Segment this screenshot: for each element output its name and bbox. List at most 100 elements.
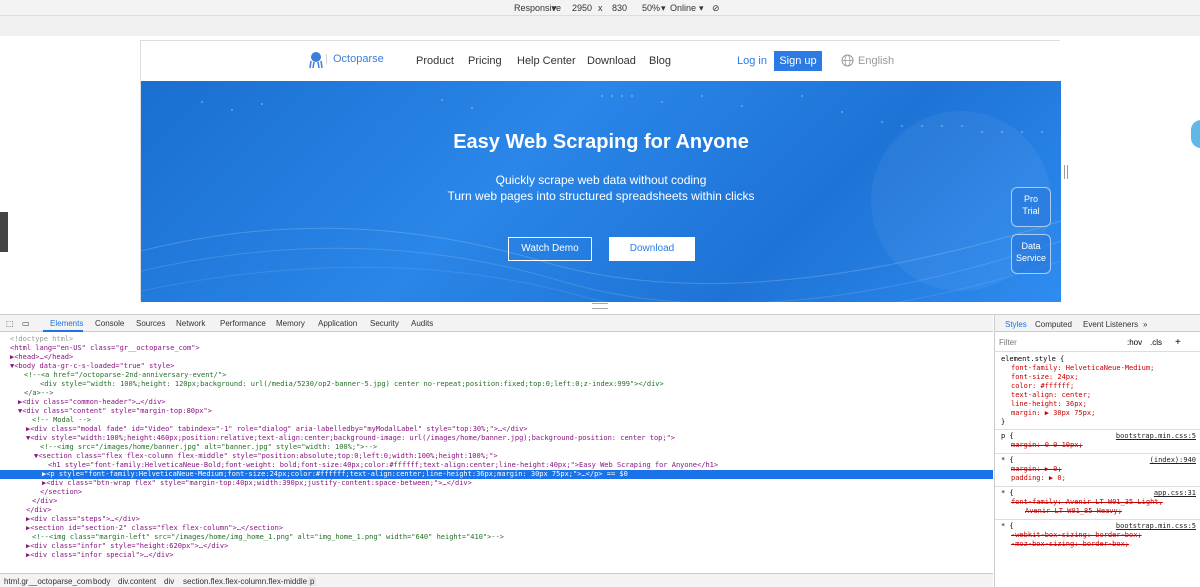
new-rule-button[interactable]: + bbox=[1175, 337, 1181, 348]
crumb-div-content[interactable]: div.content bbox=[118, 577, 156, 586]
tab-network[interactable]: Network bbox=[176, 319, 205, 328]
hov-toggle[interactable]: :hov bbox=[1127, 338, 1142, 347]
tab-application[interactable]: Application bbox=[318, 319, 357, 328]
login-link[interactable]: Log in bbox=[737, 55, 767, 67]
nav-download[interactable]: Download bbox=[587, 55, 636, 67]
pro-trial-tab[interactable]: Pro Trial bbox=[1011, 187, 1051, 227]
rule-selector: * { bbox=[1001, 489, 1014, 497]
dom-line-selected[interactable]: ▶<p style="font-family:HelveticaNeue-Med… bbox=[0, 470, 993, 479]
data-service-tab[interactable]: Data Service bbox=[1011, 234, 1051, 274]
signup-button[interactable]: Sign up bbox=[774, 51, 822, 71]
dom-line[interactable]: <!--<img src="/images/home/banner.jpg" a… bbox=[40, 443, 377, 452]
dom-line[interactable]: ▶<div class="steps">…</div> bbox=[26, 515, 140, 524]
crumb-html[interactable]: html.gr__octoparse_com bbox=[4, 577, 92, 586]
tab-sources[interactable]: Sources bbox=[136, 319, 165, 328]
octopus-logo-icon bbox=[309, 52, 323, 69]
side-widget[interactable] bbox=[1191, 120, 1200, 148]
height-input[interactable]: 830 bbox=[612, 3, 627, 13]
hero-banner: Easy Web Scraping for Anyone Quickly scr… bbox=[141, 81, 1061, 302]
download-button[interactable]: Download bbox=[609, 237, 695, 261]
tab-styles[interactable]: Styles bbox=[1005, 320, 1027, 329]
style-property[interactable]: margin: ▶ 30px 75px; bbox=[1011, 409, 1095, 418]
divider bbox=[995, 429, 1200, 430]
cls-toggle[interactable]: .cls bbox=[1150, 338, 1162, 347]
globe-icon bbox=[841, 54, 854, 67]
crumb-p[interactable]: p bbox=[308, 577, 317, 586]
dom-line[interactable]: <!--<img class="margin-left" src="/image… bbox=[32, 533, 504, 542]
crumb-body[interactable]: body bbox=[93, 577, 110, 586]
dom-line[interactable]: <!doctype html> bbox=[10, 335, 73, 344]
dom-line[interactable]: </div> bbox=[26, 506, 51, 515]
zoom-select[interactable]: 50% bbox=[642, 3, 660, 13]
tab-memory[interactable]: Memory bbox=[276, 319, 305, 328]
dom-line[interactable]: </a>--> bbox=[24, 389, 54, 398]
dom-line[interactable]: ▶<div class="common-header">…</div> bbox=[18, 398, 166, 407]
tab-security[interactable]: Security bbox=[370, 319, 399, 328]
crumb-section[interactable]: section.flex.flex-column.flex-middle bbox=[183, 577, 307, 586]
style-property[interactable]: color: #ffffff; bbox=[1011, 382, 1074, 391]
dom-line[interactable]: </div> bbox=[32, 497, 57, 506]
inspect-icon[interactable]: ⬚ bbox=[6, 319, 14, 328]
dom-line[interactable]: ▶<div class="modal fade" id="Video" tabi… bbox=[26, 425, 528, 434]
nav-help-center[interactable]: Help Center bbox=[517, 55, 576, 67]
nav-product[interactable]: Product bbox=[416, 55, 454, 67]
tab-computed[interactable]: Computed bbox=[1035, 320, 1072, 329]
overridden-property[interactable]: margin: ▶ 0; bbox=[1011, 465, 1062, 474]
style-property[interactable]: line-height: 36px; bbox=[1011, 400, 1087, 409]
tab-console[interactable]: Console bbox=[95, 319, 124, 328]
rule-source-link[interactable]: (index):940 bbox=[1150, 456, 1196, 464]
overridden-property[interactable]: margin: 0 0 10px; bbox=[1011, 441, 1083, 450]
dom-line[interactable]: ▼<div style="width:100%;height:460px;pos… bbox=[26, 434, 675, 443]
tab-performance[interactable]: Performance bbox=[220, 319, 266, 328]
crumb-div[interactable]: div bbox=[164, 577, 174, 586]
dom-line[interactable]: <h1 style="font-family:HelveticaNeue-Bol… bbox=[48, 461, 718, 470]
pro-trial-line1: Pro bbox=[1023, 194, 1038, 204]
dom-line[interactable]: ▶<div class="infor" style="height:620px"… bbox=[26, 542, 228, 551]
tab-elements[interactable]: Elements bbox=[50, 319, 83, 328]
dom-line[interactable]: ▶<head>…</head> bbox=[10, 353, 73, 362]
device-toggle-icon[interactable]: ▭ bbox=[22, 319, 30, 328]
overridden-property[interactable]: font-family: Avenir LT W01_35 Light, bbox=[1011, 498, 1163, 507]
divider bbox=[995, 519, 1200, 520]
overridden-property[interactable]: -webkit-box-sizing: border-box; bbox=[1011, 531, 1142, 540]
device-toolbar: Responsive ▾ 2950 x 830 50% ▾ Online ▾ ⊘ bbox=[0, 0, 1200, 16]
overridden-property[interactable]: -moz-box-sizing: border-box; bbox=[1011, 540, 1129, 549]
more-tabs-icon[interactable]: » bbox=[1143, 320, 1147, 329]
rotate-icon[interactable]: ⊘ bbox=[712, 3, 720, 14]
style-property[interactable]: font-size: 24px; bbox=[1011, 373, 1078, 382]
dom-line[interactable]: ▶<section id="section-2" class="flex fle… bbox=[26, 524, 283, 533]
dom-line[interactable]: ▼<section class="flex flex-column flex-m… bbox=[34, 452, 498, 461]
style-property[interactable]: padding: ▶ 0; bbox=[1011, 474, 1066, 483]
width-input[interactable]: 2950 bbox=[572, 3, 592, 13]
rule-source-link[interactable]: bootstrap.min.css:5 bbox=[1116, 522, 1196, 530]
right-resize-handle[interactable] bbox=[1064, 165, 1068, 179]
devtools-panel: ⬚ ▭ Elements Console Sources Network Per… bbox=[0, 314, 1200, 587]
rule-source-link[interactable]: bootstrap.min.css:5 bbox=[1116, 432, 1196, 440]
watch-demo-button[interactable]: Watch Demo bbox=[508, 237, 592, 261]
dom-line[interactable]: </section> bbox=[40, 488, 82, 497]
dom-line[interactable]: ▼<body data-gr-c-s-loaded="true" style> bbox=[10, 362, 174, 371]
tab-event-listeners[interactable]: Event Listeners bbox=[1083, 320, 1138, 329]
dom-line[interactable]: ▶<div class="infor special">…</div> bbox=[26, 551, 174, 560]
pro-trial-line2: Trial bbox=[1022, 206, 1040, 216]
dom-line[interactable]: <html lang="en-US" class="gr__octoparse_… bbox=[10, 344, 200, 353]
language-select[interactable]: English bbox=[858, 55, 894, 67]
left-resize-handle[interactable] bbox=[0, 212, 8, 252]
styles-sidebar: Styles Computed Event Listeners » :hov .… bbox=[994, 315, 1200, 587]
tab-audits[interactable]: Audits bbox=[411, 319, 433, 328]
dom-line[interactable]: <!--<a href="/octoparse-2nd-anniversary-… bbox=[24, 371, 226, 380]
rule-source-link[interactable]: app.css:31 bbox=[1154, 489, 1196, 497]
style-property[interactable]: font-family: HelveticaNeue-Medium; bbox=[1011, 364, 1154, 373]
dom-line[interactable]: ▶<div class="btn-wrap flex" style="margi… bbox=[42, 479, 472, 488]
logo-text[interactable]: Octoparse bbox=[333, 53, 384, 65]
dom-line[interactable]: <div style="width: 100%;height: 120px;ba… bbox=[40, 380, 664, 389]
style-property[interactable]: text-align: center; bbox=[1011, 391, 1091, 400]
network-select[interactable]: Online bbox=[670, 3, 696, 13]
nav-pricing[interactable]: Pricing bbox=[468, 55, 502, 67]
overridden-property[interactable]: Avenir LT W01_85 Heavy; bbox=[1025, 507, 1122, 516]
dom-line[interactable]: ▼<div class="content" style="margin-top:… bbox=[18, 407, 212, 416]
viewport-resize-handle[interactable] bbox=[592, 303, 608, 309]
nav-blog[interactable]: Blog bbox=[649, 55, 671, 67]
styles-filter-input[interactable] bbox=[999, 336, 1119, 348]
dom-line[interactable]: <!-- Modal --> bbox=[32, 416, 91, 425]
